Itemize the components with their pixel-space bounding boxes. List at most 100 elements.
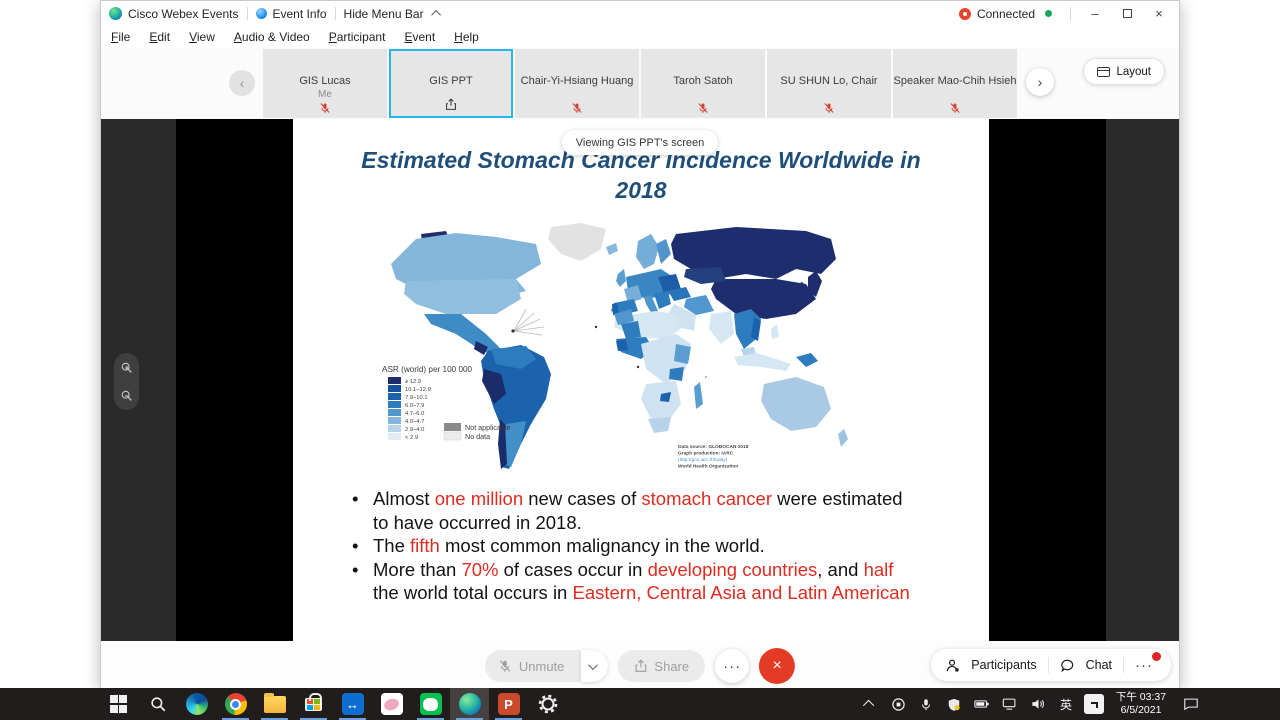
tray-security-shield-icon[interactable]	[942, 688, 966, 720]
mic-muted-icon	[319, 102, 331, 114]
menu-participant[interactable]: Participant	[329, 30, 386, 44]
hide-menu-bar-button[interactable]: Hide Menu Bar	[344, 7, 441, 21]
tray-expand-button[interactable]	[858, 688, 882, 720]
hide-menu-bar-label: Hide Menu Bar	[344, 7, 424, 21]
participant-tile[interactable]: Chair-Yi-Hsiang Huang	[515, 49, 639, 118]
layout-button[interactable]: Layout	[1083, 58, 1165, 85]
mic-muted-icon	[697, 102, 709, 114]
webex-icon	[459, 693, 481, 715]
svg-text:10.1–12.9: 10.1–12.9	[405, 387, 431, 393]
svg-text:Data source: GLOBOCAN 2018: Data source: GLOBOCAN 2018	[678, 444, 749, 450]
ime-mode-indicator[interactable]	[1082, 688, 1106, 720]
taskbar-search-button[interactable]	[138, 688, 177, 720]
participant-tile[interactable]: GIS Lucas Me	[263, 49, 387, 118]
recording-status-icon	[959, 8, 971, 20]
clock-date: 6/5/2021	[1110, 704, 1172, 717]
more-options-button[interactable]: ···	[715, 649, 749, 683]
pink-app-icon	[381, 693, 403, 715]
viewing-banner: Viewing GIS PPT's screen	[562, 130, 718, 155]
menu-event[interactable]: Event	[404, 30, 435, 44]
start-button[interactable]	[99, 688, 138, 720]
edge-icon	[186, 693, 208, 715]
zoom-out-button[interactable]	[120, 389, 133, 402]
teamviewer-icon: ↔	[342, 693, 364, 715]
tray-battery-icon[interactable]	[970, 688, 994, 720]
svg-text:4.7–6.0: 4.7–6.0	[405, 411, 424, 417]
participant-name: Speaker Mao-Chih Hsieh	[893, 75, 1017, 87]
taskbar-powerpoint[interactable]: P	[489, 688, 528, 720]
ime-language-indicator[interactable]: 英	[1054, 688, 1078, 720]
participant-tile[interactable]: Taroh Satoh	[641, 49, 765, 118]
mic-muted-icon	[949, 102, 961, 114]
bullet-item: Almost one million new cases of stomach …	[349, 487, 913, 534]
titlebar-divider	[1070, 7, 1071, 20]
participant-name: SU SHUN Lo, Chair	[767, 75, 891, 87]
event-info-icon	[256, 8, 267, 19]
bullet-item: The fifth most common malignancy in the …	[349, 534, 913, 558]
participant-strip: ‹ GIS Lucas Me GIS PPT Chair-Yi-Hsiang H…	[101, 48, 1179, 119]
world-incidence-map: ASR (world) per 100 000 ≥ 12.9 10.1–12.9…	[376, 219, 876, 476]
clock-time: 下午 03:37	[1110, 691, 1172, 704]
tray-microphone-icon[interactable]	[914, 688, 938, 720]
powerpoint-icon: P	[498, 693, 520, 715]
chevron-down-icon	[588, 660, 598, 670]
menu-bar: File Edit View Audio & Video Participant…	[101, 26, 1179, 48]
taskbar-chrome[interactable]	[216, 688, 255, 720]
participant-tile[interactable]: SU SHUN Lo, Chair	[767, 49, 891, 118]
participant-tile[interactable]: Speaker Mao-Chih Hsieh	[893, 49, 1017, 118]
taskbar-line[interactable]	[411, 688, 450, 720]
leave-meeting-button[interactable]: ×	[759, 648, 795, 684]
menu-edit[interactable]: Edit	[149, 30, 170, 44]
more-panels-button[interactable]: ···	[1135, 657, 1157, 674]
maximize-icon	[1123, 9, 1132, 18]
folder-icon	[264, 696, 286, 713]
action-center-button[interactable]	[1176, 688, 1206, 720]
unmute-button[interactable]: Unmute	[485, 650, 608, 682]
participants-icon	[945, 658, 960, 673]
taskbar-microsoft-store[interactable]	[294, 688, 333, 720]
svg-text:≥ 12.9: ≥ 12.9	[405, 379, 421, 385]
tray-device-icon[interactable]	[886, 688, 910, 720]
slide-bullets: Almost one million new cases of stomach …	[349, 487, 913, 605]
svg-text:World Health Organization: World Health Organization	[678, 464, 738, 470]
map-source-note: Data source: GLOBOCAN 2018 Graph product…	[678, 444, 749, 470]
taskbar-file-explorer[interactable]	[255, 688, 294, 720]
taskbar-edge[interactable]	[177, 688, 216, 720]
tray-volume-icon[interactable]	[1026, 688, 1050, 720]
taskbar-teamviewer[interactable]: ↔	[333, 688, 372, 720]
svg-text:(http://gco.iarc.fr/today): (http://gco.iarc.fr/today)	[678, 457, 728, 463]
ime-mode-icon	[1084, 694, 1104, 714]
audio-options-button[interactable]	[580, 650, 607, 682]
maximize-button[interactable]	[1111, 2, 1143, 26]
chat-button[interactable]: Chat	[1086, 658, 1112, 672]
event-info-button[interactable]: Event Info	[256, 7, 327, 21]
windows-taskbar: ↔ P 英	[0, 688, 1280, 720]
close-button[interactable]: ×	[1143, 2, 1175, 26]
chevron-up-icon	[431, 10, 441, 20]
divider	[1123, 657, 1124, 673]
zoom-in-button[interactable]	[120, 361, 133, 374]
participant-tile-sharing[interactable]: GIS PPT	[389, 49, 513, 118]
share-button[interactable]: Share	[617, 650, 705, 682]
taskbar-webex[interactable]	[450, 688, 489, 720]
webex-window: Cisco Webex Events Event Info Hide Menu …	[100, 0, 1180, 688]
chrome-icon	[225, 693, 247, 715]
menu-file[interactable]: File	[111, 30, 130, 44]
menu-audio-video[interactable]: Audio & Video	[234, 30, 310, 44]
taskbar-settings[interactable]	[528, 688, 567, 720]
participants-button[interactable]: Participants	[971, 658, 1036, 672]
event-info-label: Event Info	[273, 7, 327, 21]
panel-controls: Participants Chat ···	[931, 649, 1171, 681]
minimize-button[interactable]: –	[1079, 2, 1111, 26]
chevron-up-icon	[863, 700, 874, 711]
svg-text:4.0–4.7: 4.0–4.7	[405, 419, 424, 425]
tray-network-icon[interactable]	[998, 688, 1022, 720]
menu-help[interactable]: Help	[454, 30, 479, 44]
taskbar-app-pink[interactable]	[372, 688, 411, 720]
taskbar-clock[interactable]: 下午 03:37 6/5/2021	[1110, 691, 1172, 717]
svg-text:< 2.9: < 2.9	[405, 435, 418, 441]
participant-name: Taroh Satoh	[641, 75, 765, 87]
scroll-right-button[interactable]: ›	[1026, 68, 1054, 96]
scroll-left-button[interactable]: ‹	[229, 70, 255, 96]
menu-view[interactable]: View	[189, 30, 215, 44]
